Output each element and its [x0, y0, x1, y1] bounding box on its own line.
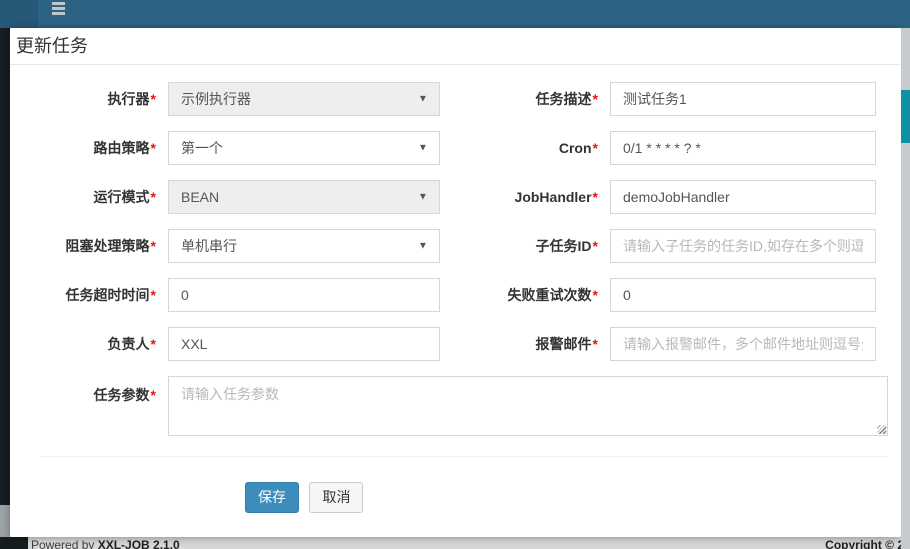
child-jobid-label: 子任务ID* — [440, 236, 610, 256]
required-asterisk: * — [151, 140, 156, 156]
required-asterisk: * — [151, 287, 156, 303]
route-strategy-label: 路由策略* — [32, 138, 168, 158]
form-row: 运行模式* BEAN ▼ JobHandler* — [32, 180, 888, 214]
page-scrollbar[interactable] — [901, 28, 910, 549]
scrollbar-thumb[interactable] — [901, 90, 910, 143]
form-row: 路由策略* 第一个 ▼ Cron* — [32, 131, 888, 165]
timeout-input[interactable] — [168, 278, 440, 312]
copyright-text: Copyright © 2 — [825, 538, 904, 549]
required-asterisk: * — [593, 287, 598, 303]
required-asterisk: * — [593, 91, 598, 107]
job-params-textarea[interactable] — [168, 376, 888, 436]
form-row: 阻塞处理策略* 单机串行 ▼ 子任务ID* — [32, 229, 888, 263]
form-row: 任务参数* — [32, 376, 888, 436]
alarm-email-label: 报警邮件* — [440, 334, 610, 354]
required-asterisk: * — [593, 140, 598, 156]
executor-label: 执行器* — [32, 89, 168, 109]
fail-retry-input[interactable] — [610, 278, 876, 312]
job-desc-label: 任务描述* — [440, 89, 610, 109]
required-asterisk: * — [151, 189, 156, 205]
glue-type-label: 运行模式* — [32, 187, 168, 207]
button-row: 保存 取消 — [32, 482, 888, 513]
powered-by-text: Powered by XXL-JOB 2.1.0 — [31, 538, 180, 549]
navbar-logo-area — [0, 0, 38, 28]
required-asterisk: * — [151, 387, 156, 403]
block-strategy-select[interactable]: 单机串行 — [168, 229, 440, 263]
update-job-modal: 更新任务 执行器* 示例执行器 ▼ 任务描述* 路由策略* 第一个 ▼ Cron… — [10, 28, 901, 537]
jobhandler-label: JobHandler* — [440, 189, 610, 205]
cancel-button[interactable]: 取消 — [309, 482, 363, 513]
sidebar — [0, 28, 10, 549]
route-strategy-select[interactable]: 第一个 — [168, 131, 440, 165]
author-label: 负责人* — [32, 334, 168, 354]
brand-version: XXL-JOB 2.1.0 — [98, 538, 180, 549]
sidebar-footer-sliver — [0, 505, 10, 537]
top-navbar — [0, 0, 910, 28]
modal-title: 更新任务 — [10, 28, 901, 65]
cron-label: Cron* — [440, 140, 610, 156]
required-asterisk: * — [151, 238, 156, 254]
form-divider — [40, 456, 888, 457]
required-asterisk: * — [593, 189, 598, 205]
timeout-label: 任务超时时间* — [32, 285, 168, 305]
form-row: 任务超时时间* 失败重试次数* — [32, 278, 888, 312]
menu-icon[interactable] — [52, 2, 66, 18]
child-jobid-input[interactable] — [610, 229, 876, 263]
glue-type-select[interactable]: BEAN — [168, 180, 440, 214]
form-row: 执行器* 示例执行器 ▼ 任务描述* — [32, 82, 888, 116]
update-job-form: 执行器* 示例执行器 ▼ 任务描述* 路由策略* 第一个 ▼ Cron* 运行模… — [10, 65, 901, 513]
alarm-email-input[interactable] — [610, 327, 876, 361]
block-strategy-label: 阻塞处理策略* — [32, 236, 168, 256]
required-asterisk: * — [151, 336, 156, 352]
page-footer: Powered by XXL-JOB 2.1.0 Copyright © 2 — [0, 537, 910, 549]
required-asterisk: * — [151, 91, 156, 107]
form-row: 负责人* 报警邮件* — [32, 327, 888, 361]
job-desc-input[interactable] — [610, 82, 876, 116]
author-input[interactable] — [168, 327, 440, 361]
required-asterisk: * — [593, 336, 598, 352]
required-asterisk: * — [593, 238, 598, 254]
job-params-label: 任务参数* — [32, 376, 168, 405]
cron-input[interactable] — [610, 131, 876, 165]
fail-retry-label: 失败重试次数* — [440, 285, 610, 305]
save-button[interactable]: 保存 — [245, 482, 299, 513]
executor-select[interactable]: 示例执行器 — [168, 82, 440, 116]
sidebar-corner — [0, 537, 28, 549]
jobhandler-input[interactable] — [610, 180, 876, 214]
